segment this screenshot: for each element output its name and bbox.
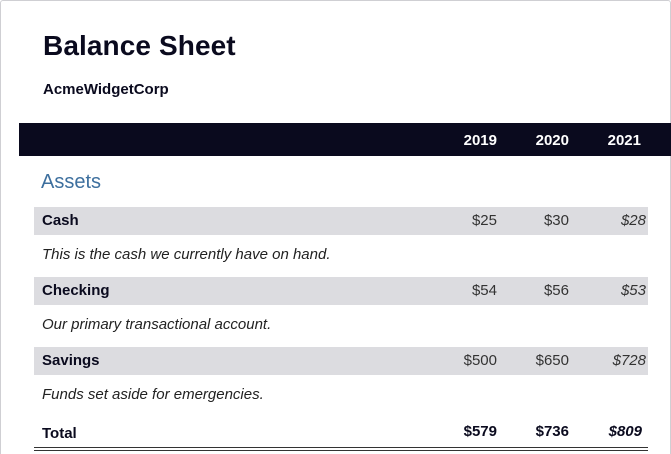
row-description-cash: This is the cash we currently have on ha… (42, 246, 331, 263)
table-row-checking: Checking $54 $56 $53 (34, 277, 648, 305)
cell-2020: $650 (535, 352, 569, 369)
cell-2021: $728 (612, 352, 646, 369)
row-description-checking: Our primary transactional account. (42, 316, 272, 333)
section-title-assets: Assets (41, 171, 102, 193)
cell-2019: $25 (471, 212, 497, 229)
cell-2021: $28 (620, 212, 646, 229)
cell-2019: $500 (463, 352, 497, 369)
balance-sheet-card: Balance Sheet AcmeWidgetCorp 2019 2020 2… (0, 0, 671, 454)
table-row-total: Total $579 $736 $809 (34, 417, 648, 451)
total-2020: $736 (535, 423, 569, 440)
cell-2019: $54 (471, 282, 497, 299)
row-description-savings: Funds set aside for emergencies. (42, 386, 264, 403)
page-title: Balance Sheet (43, 30, 236, 61)
row-label: Checking (42, 282, 110, 299)
cell-2020: $30 (543, 212, 569, 229)
table-row-savings: Savings $500 $650 $728 (34, 347, 648, 375)
company-name: AcmeWidgetCorp (43, 81, 169, 98)
cell-2020: $56 (543, 282, 569, 299)
row-label: Savings (42, 352, 100, 369)
row-label: Cash (42, 212, 79, 229)
total-2021: $809 (608, 423, 642, 440)
total-label: Total (42, 425, 77, 442)
table-row-cash: Cash $25 $30 $28 (34, 207, 648, 235)
cell-2021: $53 (620, 282, 646, 299)
total-2019: $579 (463, 423, 497, 440)
year-header-2019: 2019 (463, 132, 497, 149)
year-header-2020: 2020 (535, 132, 569, 149)
year-header-2021: 2021 (607, 132, 641, 149)
year-header-bar: 2019 2020 2021 (19, 123, 671, 156)
